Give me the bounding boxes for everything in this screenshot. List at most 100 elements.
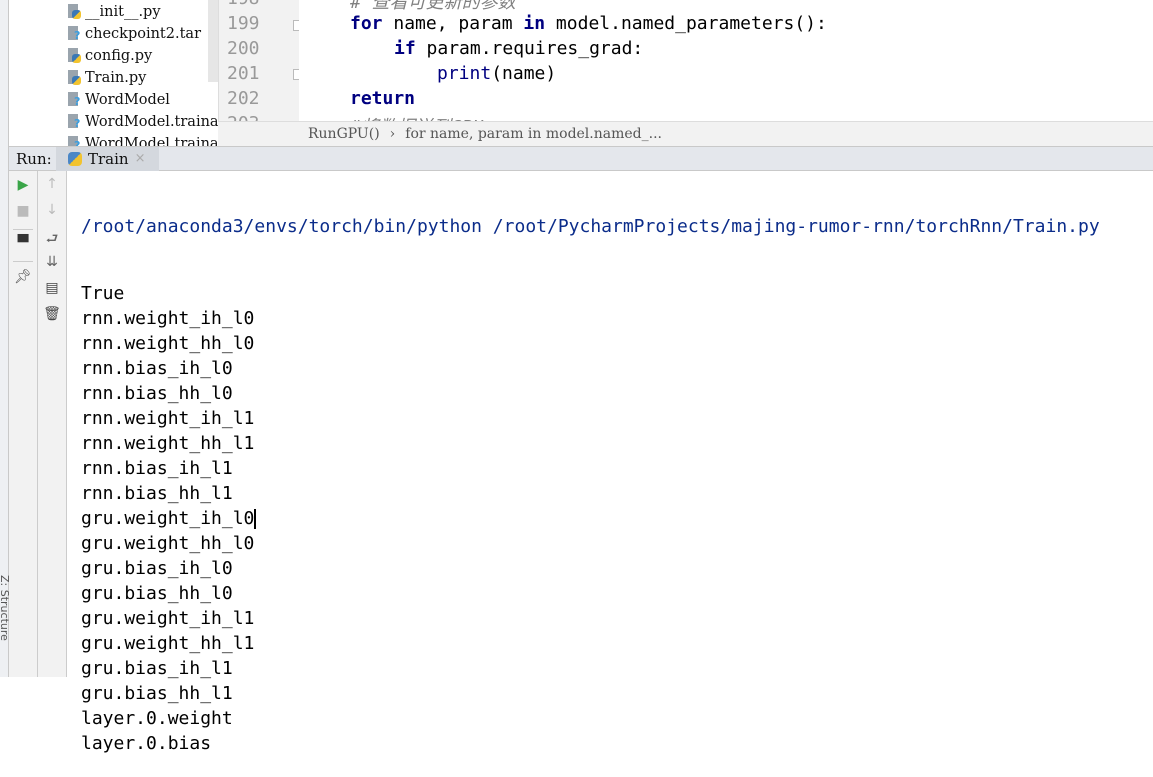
console-line-text: rnn.bias_ih_l1 [81,458,233,479]
console-line-text: rnn.bias_ih_l0 [81,358,233,379]
console-line-text: rnn.weight_hh_l0 [81,333,255,354]
console-line: gru.weight_ih_l1 [81,606,1100,631]
console-line: rnn.weight_hh_l0 [81,331,1100,356]
line-number: 200 [227,38,260,59]
line-number: 202 [227,88,260,109]
scroll-to-end-icon[interactable]: ⇊ [38,254,66,270]
soft-wrap-icon[interactable]: ⮐ [38,228,66,252]
tree-item-label: WordModel.trainab [85,114,218,130]
console-command: /root/anaconda3/envs/torch/bin/python /r… [81,216,1100,237]
console-line-text: gru.weight_hh_l1 [81,633,255,654]
tree-item[interactable]: ? WordModel [68,89,170,111]
console-line: layer.0.weight [81,706,1100,731]
line-number: 199 [227,13,260,34]
project-tree: __init__.py? checkpoint2.tar config.py Trai… [9,0,218,146]
unknown-file-icon: ? [68,114,82,130]
console-line: rnn.weight_hh_l1 [81,431,1100,456]
python-icon [68,151,82,166]
tree-item[interactable]: config.py [68,45,152,67]
code-line: print(name) [437,63,557,84]
console-line-text: gru.bias_ih_l1 [81,658,233,679]
tree-item-label: WordModel.trainab [85,136,218,146]
tree-item-label: WordModel [85,92,170,108]
console-line: gru.weight_ih_l0 [81,506,1100,531]
breadcrumb: RunGPU() › for name, param in model.name… [218,121,1153,146]
run-panel-header: Run: Train × [9,146,1153,171]
tab-label: Train [88,149,129,168]
console-line: gru.bias_ih_l0 [81,556,1100,581]
print-icon[interactable]: ▤ [38,280,66,296]
tree-item[interactable]: Train.py [68,67,146,89]
console-line: gru.weight_hh_l1 [81,631,1100,656]
tree-item-label: config.py [85,48,153,64]
console-line-text: layer.0.bias [81,733,212,754]
console-line: rnn.weight_ih_l0 [81,306,1100,331]
console-line: rnn.bias_hh_l1 [81,481,1100,506]
console-line-text: gru.bias_hh_l0 [81,583,233,604]
console-line: rnn.bias_hh_l0 [81,381,1100,406]
console-line: rnn.weight_ih_l1 [81,406,1100,431]
console-line: layer.0.bias [81,731,1100,756]
code-line: for name, param in model.named_parameter… [350,13,827,34]
line-number: 201 [227,63,260,84]
line-gutter: 198 199 200 201 202 203 [218,0,299,134]
text-caret [254,509,257,529]
unknown-file-icon: ? [68,26,82,42]
console-toolbar: ↑ ↓ ⮐ ⇊ ▤ 🗑︎ [38,171,67,677]
code-editor[interactable]: # 查看可更新的参数 for name, param in model.name… [299,0,1153,121]
console-line: rnn.bias_ih_l0 [81,356,1100,381]
console-line-text: rnn.weight_ih_l0 [81,308,255,329]
tree-item[interactable]: ? WordModel.trainab [68,133,218,146]
console-line-text: gru.bias_ih_l0 [81,558,233,579]
unknown-file-icon: ? [68,136,82,146]
console-line-text: gru.bias_hh_l1 [81,683,233,704]
up-arrow-icon[interactable]: ↑ [38,176,66,192]
close-icon[interactable]: × [135,151,146,166]
pin-icon[interactable]: 📌︎ [9,269,37,285]
console-line-text: rnn.bias_hh_l0 [81,383,233,404]
console-line: True [81,281,1100,306]
run-icon[interactable]: ▶ [9,177,37,193]
console-line-text: rnn.bias_hh_l1 [81,483,233,504]
python-file-icon [68,70,82,86]
code-line: # 查看可更新的参数 [350,0,516,13]
tree-item[interactable]: ? WordModel.trainab [68,111,218,133]
console-line-text: layer.0.weight [81,708,233,729]
breadcrumb-item[interactable]: RunGPU() [308,126,380,142]
tree-item[interactable]: __init__.py [68,1,161,23]
breadcrumb-separator: › [389,126,396,142]
console-line-text: True [81,283,125,304]
tab-train[interactable]: Train × [56,146,160,171]
code-line: if param.requires_grad: [394,38,644,59]
console-line: gru.bias_hh_l1 [81,681,1100,706]
console-line-text: gru.weight_ih_l0 [81,508,255,529]
console-line: gru.bias_hh_l0 [81,581,1100,606]
console-line-text: gru.weight_ih_l1 [81,608,255,629]
console-line-text: rnn.weight_ih_l1 [81,408,255,429]
console-line: gru.bias_ih_l1 [81,656,1100,681]
line-number: 198 [227,0,260,9]
tree-item[interactable]: ? checkpoint2.tar [68,23,201,45]
console-line: gru.weight_hh_l0 [81,531,1100,556]
tree-scrollbar[interactable] [208,0,218,82]
tree-item-label: Train.py [85,70,147,86]
python-file-icon [68,48,82,64]
tree-item-label: __init__.py [85,4,161,20]
code-line: #将数据送到GPU [350,113,483,121]
run-label: Run: [16,149,52,168]
stop-icon[interactable]: ■ [9,203,37,219]
layout-icon[interactable]: ▀ [9,235,37,251]
unknown-file-icon: ? [68,92,82,108]
code-line: return [350,88,416,109]
tree-item-label: checkpoint2.tar [85,26,201,42]
trash-icon[interactable]: 🗑︎ [38,306,66,322]
python-file-icon [68,4,82,20]
structure-tool-tab[interactable]: Z: Structure [0,575,11,641]
console-line-text: rnn.weight_hh_l1 [81,433,255,454]
breadcrumb-item[interactable]: for name, param in model.named_... [405,126,662,142]
console-line-text: gru.weight_hh_l0 [81,533,255,554]
console-line: rnn.bias_ih_l1 [81,456,1100,481]
run-toolbar: ▶ ■ ▀ 📌︎ [9,171,38,677]
console-output[interactable]: /root/anaconda3/envs/torch/bin/python /r… [81,172,1100,777]
down-arrow-icon[interactable]: ↓ [38,202,66,218]
